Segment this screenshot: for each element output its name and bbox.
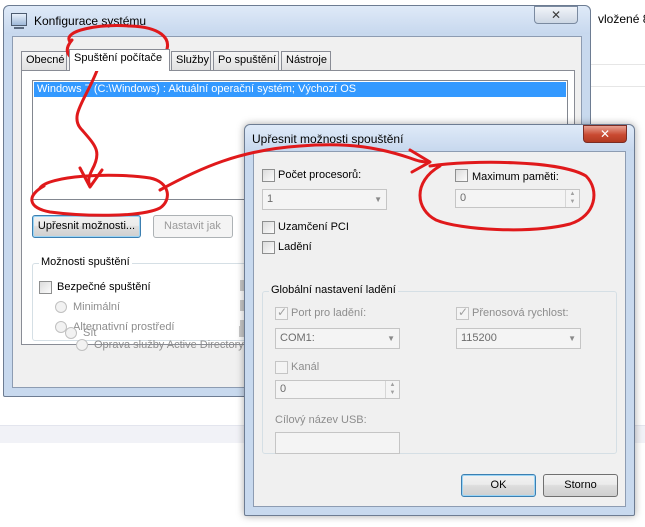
max-memory-value: 0 xyxy=(460,192,467,204)
background-divider xyxy=(585,86,645,87)
ad-repair-label: Oprava služby Active Directory xyxy=(94,339,244,351)
os-list-item-selected[interactable]: Windows 7 (C:\Windows) : Aktuální operač… xyxy=(34,82,566,97)
channel-value: 0 xyxy=(280,383,287,395)
arrow-down-icon[interactable]: ▼ xyxy=(566,198,579,206)
debug-settings-group: Globální nastavení ladění Port pro laděn… xyxy=(262,284,617,454)
debug-port-checkbox[interactable] xyxy=(275,305,288,320)
processors-combobox[interactable]: 1 ▼ xyxy=(262,189,387,210)
pci-lock-checkbox[interactable] xyxy=(262,221,275,234)
max-memory-spinner[interactable]: 0 ▲ ▼ xyxy=(455,189,580,208)
baud-rate-combobox[interactable]: 115200 ▼ xyxy=(456,328,581,349)
tab-general[interactable]: Obecné xyxy=(21,51,67,70)
baud-rate-label: Přenosová rychlost: xyxy=(472,307,569,319)
boot-options-title: Možnosti spuštění xyxy=(39,256,132,268)
network-label: Síť xyxy=(83,327,98,339)
dialog-close-button[interactable]: ✕ xyxy=(583,125,627,143)
advanced-boot-options-dialog: Upřesnit možnosti spouštění ✕ Počet proc… xyxy=(244,124,635,516)
cancel-button[interactable]: Storno xyxy=(543,474,618,497)
processors-value: 1 xyxy=(267,193,274,205)
tab-startup[interactable]: Po spuštění xyxy=(213,51,279,70)
arrow-down-icon[interactable]: ▼ xyxy=(386,389,399,397)
background-page-text: vložené 8 xyxy=(598,12,645,26)
debug-port-combobox[interactable]: COM1: ▼ xyxy=(275,328,400,349)
network-radio[interactable] xyxy=(65,327,77,339)
spinner-buttons[interactable]: ▲ ▼ xyxy=(385,381,399,398)
tab-tools[interactable]: Nástroje xyxy=(281,51,331,70)
processors-checkbox[interactable] xyxy=(262,169,275,182)
channel-label: Kanál xyxy=(291,361,320,373)
system-config-icon xyxy=(11,13,27,29)
debug-settings-title: Globální nastavení ladění xyxy=(269,284,398,296)
minimal-radio[interactable] xyxy=(55,301,67,313)
pci-lock-label: Uzamčení PCI xyxy=(278,221,349,233)
baud-rate-checkbox[interactable] xyxy=(456,305,469,320)
title-bar[interactable]: Konfigurace systému ✕ xyxy=(4,6,590,34)
max-memory-checkbox[interactable] xyxy=(455,169,468,182)
background-divider xyxy=(585,64,645,65)
advanced-options-button[interactable]: Upřesnit možnosti... xyxy=(32,215,141,238)
ad-repair-radio[interactable] xyxy=(76,339,88,351)
processors-label: Počet procesorů: xyxy=(278,169,362,181)
set-as-default-button[interactable]: Nastavit jak xyxy=(153,215,233,238)
chevron-down-icon: ▼ xyxy=(387,334,395,343)
debug-checkbox[interactable] xyxy=(262,241,275,254)
debug-port-label: Port pro ladění: xyxy=(291,307,367,319)
safe-boot-checkbox[interactable] xyxy=(39,281,52,294)
tab-boot[interactable]: Spuštění počítače xyxy=(69,49,170,71)
minimal-label: Minimální xyxy=(73,301,121,313)
chevron-down-icon: ▼ xyxy=(568,334,576,343)
dialog-title: Upřesnit možnosti spouštění xyxy=(252,132,404,146)
usb-target-input[interactable] xyxy=(275,432,400,454)
close-button[interactable]: ✕ xyxy=(534,6,578,24)
channel-checkbox[interactable] xyxy=(275,361,288,374)
baud-rate-value: 115200 xyxy=(461,332,497,344)
debug-label: Ladění xyxy=(278,241,312,253)
chevron-down-icon: ▼ xyxy=(374,195,382,204)
debug-port-value: COM1: xyxy=(280,332,315,344)
window-title: Konfigurace systému xyxy=(34,14,147,28)
usb-target-label: Cílový název USB: xyxy=(275,414,367,426)
channel-spinner[interactable]: 0 ▲ ▼ xyxy=(275,380,400,399)
dialog-client: Počet procesorů: 1 ▼ Maximum paměti: 0 ▲… xyxy=(253,151,626,507)
tab-services[interactable]: Služby xyxy=(171,51,211,70)
arrow-up-icon[interactable]: ▲ xyxy=(386,381,399,389)
safe-boot-label: Bezpečné spuštění xyxy=(57,281,151,293)
dialog-title-bar[interactable]: Upřesnit možnosti spouštění ✕ xyxy=(245,125,634,151)
spinner-buttons[interactable]: ▲ ▼ xyxy=(565,190,579,207)
max-memory-label: Maximum paměti: xyxy=(472,171,559,183)
arrow-up-icon[interactable]: ▲ xyxy=(566,190,579,198)
ok-button[interactable]: OK xyxy=(461,474,536,497)
